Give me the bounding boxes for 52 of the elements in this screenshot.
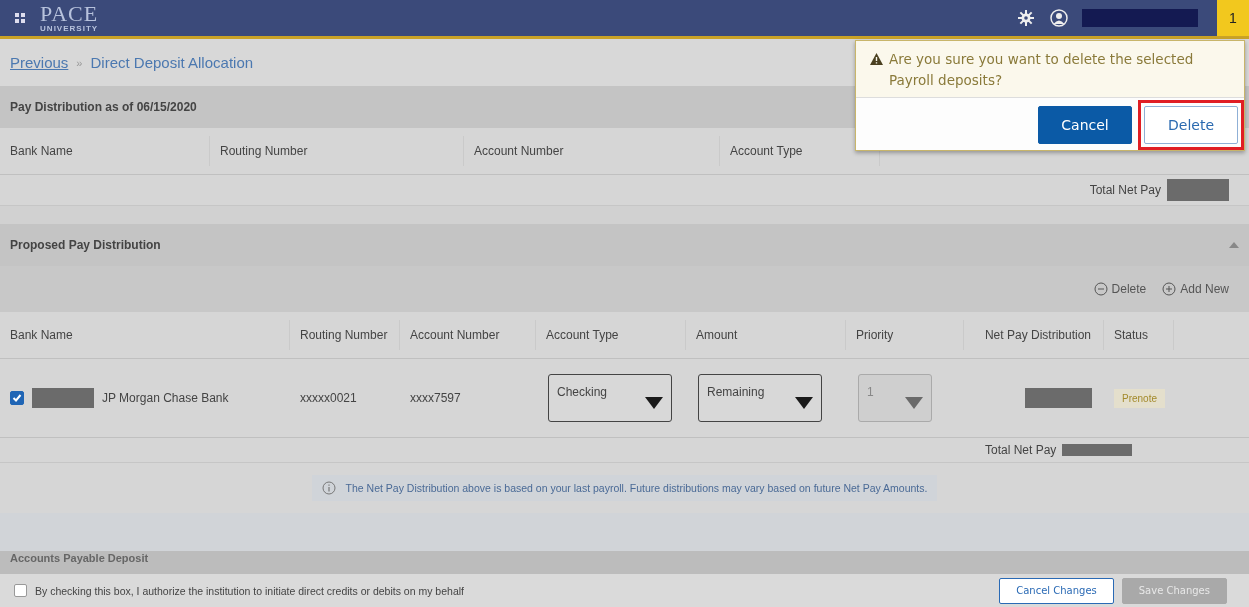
settings-icon[interactable] (1018, 10, 1034, 26)
info-icon (321, 481, 336, 495)
column-header: Status (1104, 320, 1174, 350)
column-header: Routing Number (290, 320, 400, 350)
column-header: Amount (686, 320, 846, 350)
table-cell: JP Morgan Chase Bank (102, 391, 229, 405)
apps-menu-icon[interactable] (14, 12, 26, 24)
cancel-changes-button[interactable]: Cancel Changes (999, 577, 1114, 604)
column-header: Routing Number (210, 136, 464, 166)
column-header: Priority (846, 320, 964, 350)
add-link[interactable]: Add New (1162, 282, 1229, 296)
caret-icon (795, 397, 813, 409)
total-label: Total Net Pay (1089, 183, 1161, 197)
minus-circle-icon (1093, 282, 1108, 296)
university-logo: PACE UNIVERSITY (40, 3, 99, 33)
delete-button[interactable]: Delete (1144, 106, 1238, 144)
notification-badge[interactable]: 1 (1217, 0, 1249, 36)
section-title: Proposed Pay Distribution (10, 238, 161, 252)
dialog-message: Are you sure you want to delete the selected Payroll deposits? (889, 50, 1195, 90)
warning-icon (870, 53, 883, 65)
user-icon[interactable] (1050, 9, 1068, 27)
info-text: The Net Pay Distribution above is based on your last payroll. Future distributions may vary based on future Net Pay Amounts. (345, 482, 928, 494)
page-title: Direct Deposit Allocation (90, 54, 254, 71)
delete-link[interactable]: Delete (1093, 282, 1147, 296)
caret-icon (645, 397, 663, 409)
redacted-amount (1025, 388, 1092, 408)
column-header: Bank Name (0, 136, 210, 166)
section-title: Pay Distribution as of 06/15/2020 (10, 100, 197, 114)
column-header: Account Number (464, 136, 720, 166)
total-label: Total Net Pay (985, 443, 1057, 457)
column-header: Net Pay Distribution (964, 320, 1104, 350)
redacted-amount (1062, 444, 1133, 456)
status-tag: Prenote (1114, 388, 1166, 408)
dropdown[interactable]: Remaining (698, 374, 822, 422)
dropdown: 1 (858, 374, 932, 422)
redacted-amount (1167, 179, 1229, 201)
table-cell: xxxx7597 (410, 391, 461, 405)
previous-link[interactable]: Previous (10, 54, 69, 71)
cancel-button[interactable]: Cancel (1038, 106, 1132, 144)
redacted-text (32, 388, 94, 408)
column-header: Account Number (400, 320, 536, 350)
checkbox-label: By checking this box, I authorize the institution to initiate direct credits or debits on my behalf (35, 584, 464, 597)
column-header: Account Type (536, 320, 686, 350)
column-header: Bank Name (0, 320, 290, 350)
dropdown[interactable]: Checking (548, 374, 672, 422)
table-cell: xxxxx0021 (300, 391, 357, 405)
plus-circle-icon (1162, 282, 1177, 296)
breadcrumb-separator: » (76, 56, 83, 69)
caret-icon (905, 397, 923, 409)
checkbox[interactable] (10, 391, 24, 405)
checkbox[interactable] (14, 584, 27, 597)
section-title: Accounts Payable Deposit (10, 552, 149, 564)
